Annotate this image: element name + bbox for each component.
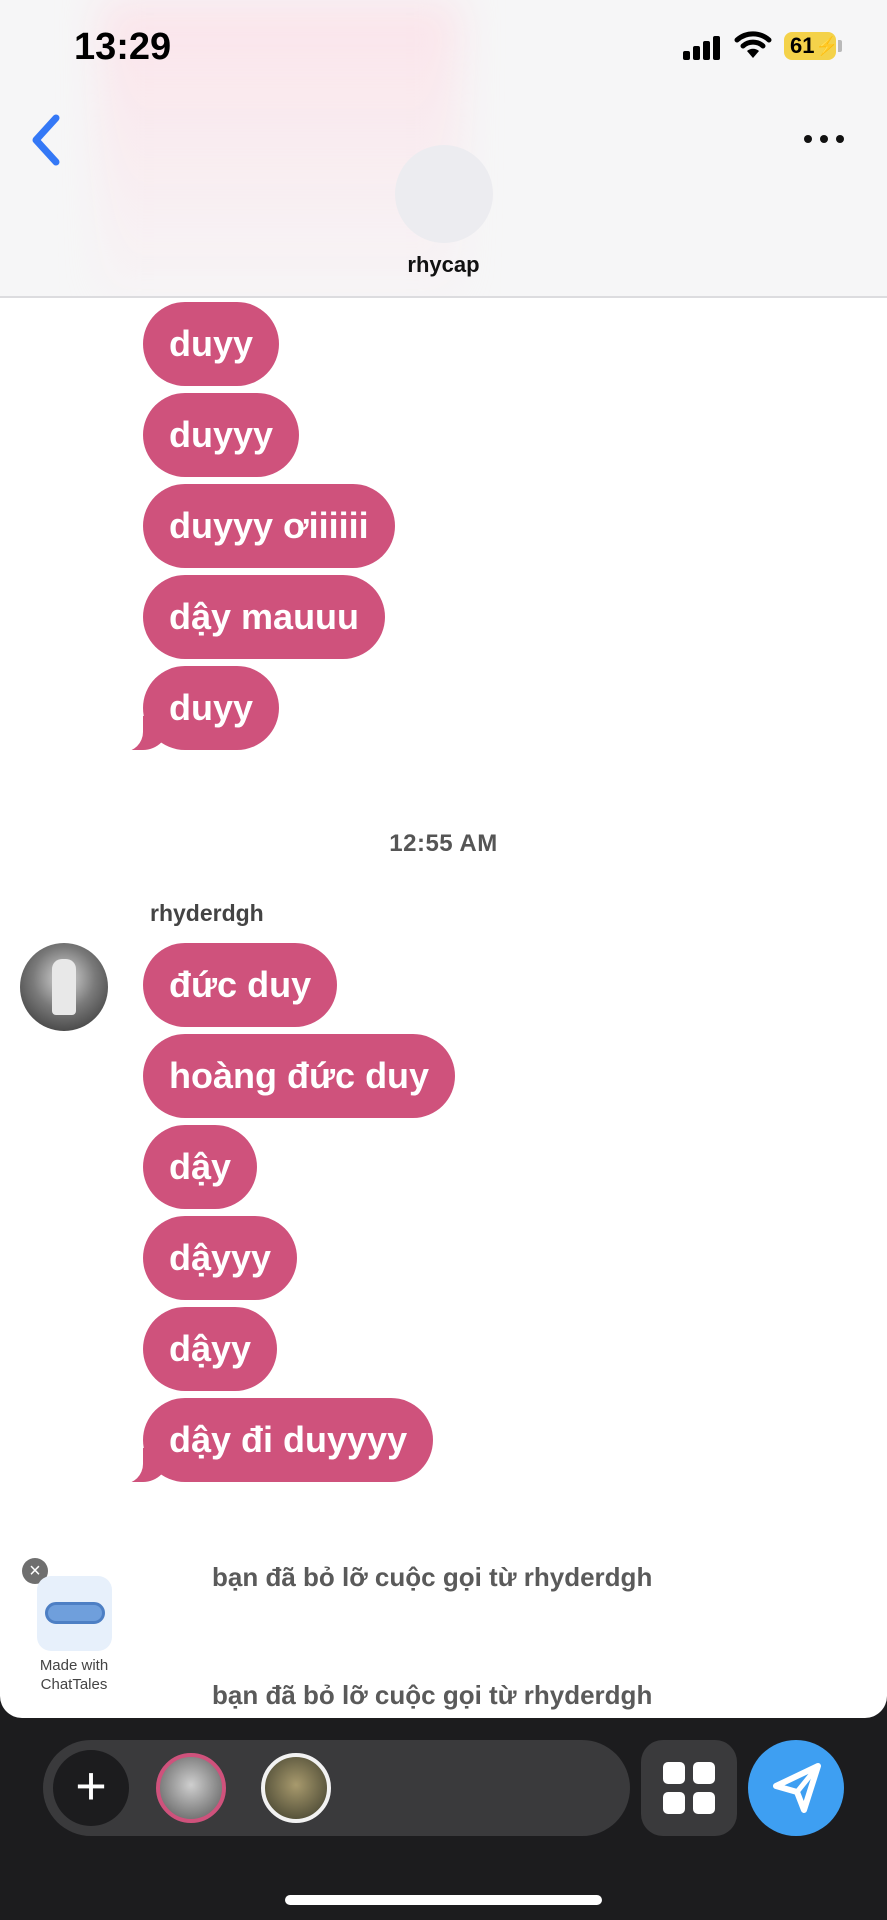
home-indicator xyxy=(285,1895,602,1905)
message-bubble[interactable]: duyy xyxy=(116,666,280,752)
avatar[interactable] xyxy=(261,1753,331,1823)
missed-call-notice: bạn đã bỏ lỡ cuộc gọi từ rhyderdgh xyxy=(212,1680,653,1710)
battery-indicator: 61 ⚡ xyxy=(784,32,838,60)
send-icon xyxy=(773,1763,821,1813)
message-bubble[interactable]: đức duy xyxy=(143,943,338,1027)
avatar[interactable] xyxy=(156,1753,226,1823)
send-button[interactable] xyxy=(748,1740,844,1836)
message-bubble[interactable]: duyyy xyxy=(143,393,300,477)
charging-icon: ⚡ xyxy=(815,35,838,56)
promo-line-1: Made with xyxy=(39,1657,109,1674)
message-bubble[interactable]: duyy xyxy=(143,302,280,386)
status-time: 13:29 xyxy=(74,26,172,68)
promo-line-2: ChatTales xyxy=(40,1676,108,1693)
chattales-logo[interactable] xyxy=(37,1576,112,1651)
message-bubble[interactable]: duyyy ơiiiiii xyxy=(143,484,395,568)
message-bubble[interactable]: dậy mauuu xyxy=(143,575,386,659)
chat-header: 13:29 61 ⚡ rhycap xyxy=(0,0,887,298)
battery-level: 61 xyxy=(790,33,815,58)
message-bubble[interactable]: dậy đi duyyyy xyxy=(116,1398,434,1484)
message-timestamp: 12:55 AM xyxy=(389,830,498,857)
back-button[interactable] xyxy=(26,112,66,168)
dot-icon xyxy=(804,135,812,143)
add-button[interactable]: + xyxy=(53,1750,129,1826)
dot-icon xyxy=(836,135,844,143)
sender-name: rhyderdgh xyxy=(150,900,264,926)
signal-icon xyxy=(683,36,723,60)
chat-screen: 13:29 61 ⚡ rhycap duyy duyyy duyyy ơiiii… xyxy=(0,0,887,1718)
chat-avatar[interactable] xyxy=(395,145,493,243)
battery-cap xyxy=(838,40,842,52)
message-bubble[interactable]: dậyyy xyxy=(143,1216,298,1300)
avatar-figure xyxy=(52,959,76,1015)
wifi-icon xyxy=(734,31,772,58)
chat-title[interactable]: rhycap xyxy=(0,252,887,278)
promo-label: Made with ChatTales xyxy=(22,1656,126,1694)
message-bubble[interactable]: dậyy xyxy=(143,1307,278,1391)
more-options-button[interactable] xyxy=(804,132,844,146)
sender-avatar[interactable] xyxy=(20,943,108,1031)
message-bubble[interactable]: dậy xyxy=(143,1125,258,1209)
composer-bar[interactable] xyxy=(43,1740,630,1836)
chat-bubble-icon xyxy=(45,1602,105,1624)
missed-call-notice: bạn đã bỏ lỡ cuộc gọi từ rhyderdgh xyxy=(212,1562,653,1592)
message-bubble[interactable]: hoàng đức duy xyxy=(143,1034,456,1118)
dot-icon xyxy=(820,135,828,143)
apps-grid-button[interactable] xyxy=(641,1740,737,1836)
